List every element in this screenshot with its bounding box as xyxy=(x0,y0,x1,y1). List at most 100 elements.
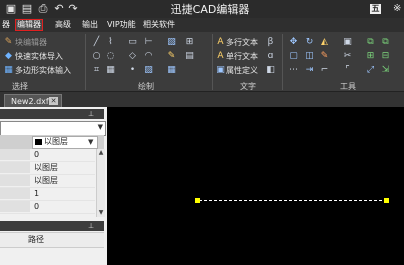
path-column-header[interactable]: 路径 xyxy=(28,234,44,246)
menu-item-partial[interactable]: 器 xyxy=(0,19,12,31)
fillet-icon[interactable]: ⌐ xyxy=(320,66,329,75)
group-divider xyxy=(85,34,86,90)
layer-select-value: 以图层 xyxy=(44,137,68,146)
copy-icon[interactable]: ▢ xyxy=(289,52,298,61)
grip-start[interactable] xyxy=(195,198,200,203)
line-icon[interactable]: ╱ xyxy=(92,38,101,47)
polyline-icon[interactable]: ⌇ xyxy=(106,38,115,47)
ungroup-icon[interactable]: ⧉ xyxy=(381,38,390,47)
polygon-entity-input-button[interactable]: 多边形实体输入 xyxy=(15,66,71,76)
quick-import-icon: ◆ xyxy=(5,51,12,61)
attribute-definition-button[interactable]: 属性定义 xyxy=(226,66,258,76)
scroll-down-icon[interactable]: ▼ xyxy=(97,209,105,217)
hatch-icon[interactable]: ▧ xyxy=(167,38,176,47)
table-icon[interactable]: ▤ xyxy=(185,52,194,61)
block-editor-button[interactable]: 块编辑器 xyxy=(15,38,47,48)
polygon-entity-icon: ▦ xyxy=(4,65,13,75)
group-label-tools: 工具 xyxy=(340,82,356,91)
dot-icon[interactable]: • xyxy=(128,66,137,75)
pin-icon[interactable]: ⊥ xyxy=(88,109,94,119)
ellipse-icon[interactable]: ◇ xyxy=(128,52,137,61)
group-icon[interactable]: ⧉ xyxy=(366,38,375,47)
property-row[interactable]: 以图层 xyxy=(0,162,95,175)
pin-icon[interactable]: ⊥ xyxy=(88,221,94,231)
quick-entity-import-button[interactable]: 快速实体导入 xyxy=(15,52,63,62)
color-swatch xyxy=(35,139,42,145)
mtext-icon: A xyxy=(217,37,224,47)
menu-item-advanced[interactable]: 高级 xyxy=(53,19,73,31)
block-editor-icon: ✎ xyxy=(4,37,13,47)
layer-icon[interactable]: ▣ xyxy=(343,38,352,47)
arc-icon[interactable]: ◌ xyxy=(106,52,115,61)
chevron-down-icon: ▼ xyxy=(88,138,94,146)
array-icon[interactable]: ⊞ xyxy=(366,52,375,61)
extend-icon[interactable]: ⇥ xyxy=(305,66,314,75)
entity-type-dropdown[interactable]: ▼ xyxy=(0,121,106,136)
paint-icon[interactable]: ✎ xyxy=(320,52,329,61)
layer-select[interactable]: 以图层 ▼ xyxy=(32,136,98,149)
group-label-select: 选择 xyxy=(12,82,28,91)
selected-line[interactable] xyxy=(199,200,387,201)
explode-icon[interactable]: ⊟ xyxy=(381,52,390,61)
property-row[interactable]: 0 xyxy=(0,149,95,162)
menu-item-vip[interactable]: VIP功能 xyxy=(105,19,138,31)
redo-icon[interactable]: ↷ xyxy=(67,3,79,15)
app-title: 迅捷CAD编辑器 xyxy=(170,3,250,16)
document-tab-label: New2.dxf xyxy=(11,97,49,106)
layer-row: 以图层 ▼ xyxy=(0,135,104,149)
grip-end[interactable] xyxy=(384,198,389,203)
property-value: 1 xyxy=(34,189,40,198)
property-key xyxy=(0,162,30,173)
wipeout-icon[interactable]: ▦ xyxy=(167,66,176,75)
chamfer-icon[interactable]: ⌜ xyxy=(343,66,352,75)
rectangle-icon[interactable]: ▭ xyxy=(128,38,137,47)
multiline-text-button[interactable]: 多行文本 xyxy=(226,38,258,48)
single-text-icon: A xyxy=(217,51,224,61)
save-as-icon[interactable]: ▤ xyxy=(21,3,33,15)
file-list-header: 路径 xyxy=(0,232,104,248)
group-label-draw: 绘制 xyxy=(138,82,154,91)
single-line-text-button[interactable]: 单行文本 xyxy=(226,52,258,62)
mirror-icon[interactable]: ◫ xyxy=(305,52,314,61)
text-style-icon[interactable]: ꞵ xyxy=(266,38,275,47)
point-icon[interactable]: ⌗ xyxy=(92,66,101,75)
property-value: 0 xyxy=(34,202,40,211)
image-icon[interactable]: ▨ xyxy=(144,66,153,75)
text-edit-icon[interactable]: ɑ xyxy=(266,52,275,61)
property-row[interactable]: 0 xyxy=(0,201,95,214)
print-icon[interactable]: ⎙ xyxy=(37,3,49,15)
sketch-icon[interactable]: ✎ xyxy=(167,52,176,61)
dimension-icon[interactable]: ⊢ xyxy=(144,38,153,47)
trim-icon[interactable]: ✂ xyxy=(343,52,352,61)
close-icon[interactable]: ✕ xyxy=(49,97,58,105)
chevron-down-icon: ▼ xyxy=(97,123,103,131)
avatar[interactable]: 五 xyxy=(370,4,381,14)
title-bar: ▣ ▤ ⎙ ↶ ↷ 迅捷CAD编辑器 五 ※ xyxy=(0,0,404,18)
circle-icon[interactable]: ○ xyxy=(92,52,101,61)
spline-icon[interactable]: ◠ xyxy=(144,52,153,61)
property-value: 以图层 xyxy=(34,163,58,172)
file-list-panel-header: ⊥ xyxy=(0,221,104,231)
property-row[interactable]: 以图层 xyxy=(0,175,95,188)
text-field-icon[interactable]: ◧ xyxy=(266,66,275,75)
property-key xyxy=(0,149,30,160)
menu-item-output[interactable]: 输出 xyxy=(80,19,100,31)
stretch-icon[interactable]: ⇲ xyxy=(381,66,390,75)
property-row[interactable]: 1 xyxy=(0,188,95,201)
offset-icon[interactable]: ⋯ xyxy=(289,66,298,75)
undo-icon[interactable]: ↶ xyxy=(53,3,65,15)
insert-block-icon[interactable]: ⊞ xyxy=(185,38,194,47)
vertical-scrollbar[interactable]: ▲ ▼ xyxy=(96,149,105,217)
attribute-icon: ▣ xyxy=(216,65,225,75)
measure-icon[interactable]: ◭ xyxy=(320,38,329,47)
scale-icon[interactable]: ⤢ xyxy=(366,66,375,75)
menu-item-related-software[interactable]: 相关软件 xyxy=(141,19,177,31)
scroll-up-icon[interactable]: ▲ xyxy=(97,149,105,157)
save-icon[interactable]: ▣ xyxy=(5,3,17,15)
drawing-canvas[interactable] xyxy=(107,107,404,265)
menu-item-editor[interactable]: 编辑器 xyxy=(15,19,43,31)
rotate-icon[interactable]: ↻ xyxy=(305,38,314,47)
move-icon[interactable]: ✥ xyxy=(289,38,298,47)
window-control-icon[interactable]: ※ xyxy=(393,3,401,14)
grid-icon[interactable]: ▦ xyxy=(106,66,115,75)
